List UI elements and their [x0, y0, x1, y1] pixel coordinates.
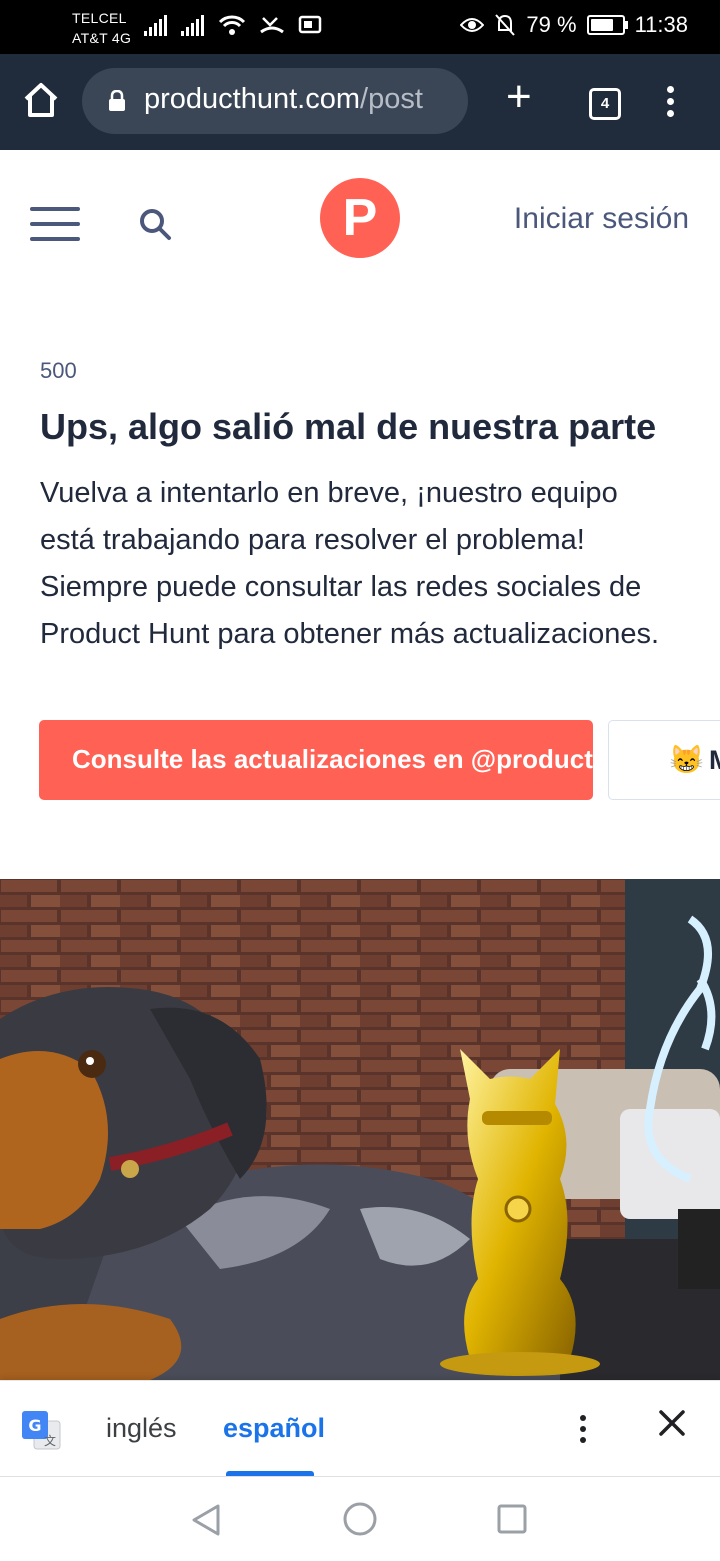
- tab-switcher-button[interactable]: 4: [589, 88, 621, 120]
- secondary-button[interactable]: 😸 M: [608, 720, 720, 800]
- menu-icon[interactable]: [30, 207, 80, 252]
- signal-icon: [144, 14, 167, 36]
- signal-icon-2: [181, 14, 204, 36]
- status-bar: TELCEL AT&T 4G 79 % 11:38: [0, 0, 720, 54]
- browser-menu-icon[interactable]: [667, 86, 674, 122]
- battery-icon: [586, 15, 628, 35]
- cat-emoji-icon: 😸: [669, 744, 704, 775]
- updates-button-label: Consulte las actualizaciones en @product…: [72, 744, 593, 774]
- home-icon[interactable]: [22, 82, 60, 118]
- updates-button[interactable]: Consulte las actualizaciones en @product…: [39, 720, 593, 800]
- mute-bell-icon: [495, 14, 516, 36]
- error-code: 500: [40, 358, 77, 383]
- address-bar[interactable]: producthunt.com/post: [82, 68, 468, 134]
- clock: 11:38: [634, 12, 688, 37]
- signin-link[interactable]: Iniciar sesión: [514, 202, 689, 236]
- svg-text:文: 文: [44, 1433, 56, 1448]
- secondary-button-label: M: [709, 745, 720, 776]
- cast-icon: [298, 15, 322, 34]
- system-navigation-bar: [0, 1476, 720, 1561]
- translate-bar: G文 inglés español: [0, 1380, 720, 1477]
- missed-call-icon: [260, 17, 284, 34]
- battery-percent: 79 %: [526, 12, 577, 37]
- new-tab-icon[interactable]: +: [506, 72, 532, 122]
- back-icon[interactable]: [190, 1503, 222, 1537]
- error-title: Ups, algo salió mal de nuestra parte: [40, 406, 657, 447]
- dog-and-cat-statue-illustration: [0, 879, 720, 1380]
- carrier-info: TELCEL AT&T 4G: [72, 8, 131, 48]
- lock-icon: [109, 90, 125, 111]
- status-icons-right: 79 % 11:38: [460, 12, 688, 38]
- url-host: producthunt.com: [144, 83, 361, 115]
- error-photo: [0, 879, 720, 1380]
- search-icon[interactable]: [138, 207, 172, 241]
- url-text: producthunt.com/post: [144, 83, 454, 116]
- status-icons-left: [144, 14, 322, 36]
- wifi-icon: [218, 15, 246, 35]
- recents-icon[interactable]: [497, 1504, 527, 1534]
- google-translate-icon[interactable]: G文: [22, 1411, 62, 1451]
- eye-icon: [460, 18, 485, 32]
- carrier-name: TELCEL: [72, 10, 127, 26]
- close-icon[interactable]: [658, 1409, 686, 1437]
- product-hunt-logo[interactable]: P: [320, 178, 400, 258]
- translate-more-icon[interactable]: [580, 1415, 586, 1448]
- error-message: Vuelva a intentarlo en breve, ¡nuestro e…: [40, 477, 660, 650]
- svg-text:G: G: [28, 1416, 41, 1435]
- carrier-network: AT&T 4G: [72, 30, 132, 46]
- home-button-icon[interactable]: [343, 1502, 377, 1536]
- language-tab-source[interactable]: inglés: [106, 1413, 177, 1444]
- url-path: /post: [360, 83, 423, 115]
- language-tab-target[interactable]: español: [223, 1413, 325, 1444]
- browser-toolbar: producthunt.com/post + 4: [0, 54, 720, 150]
